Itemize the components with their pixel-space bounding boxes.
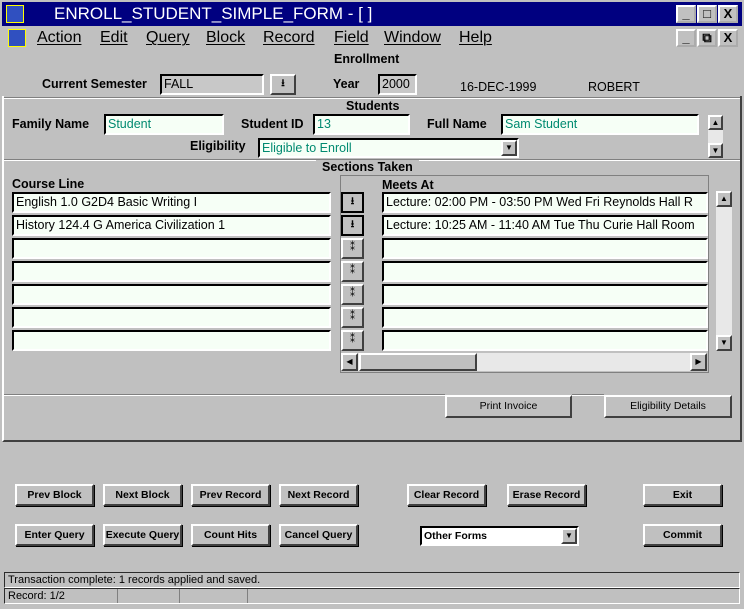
enter-query-button[interactable]: Enter Query (15, 524, 94, 546)
menu-window[interactable]: Window (384, 27, 441, 49)
status-cell (117, 589, 177, 603)
menu-query[interactable]: Query (146, 27, 190, 49)
year-label: Year (333, 77, 360, 91)
clear-record-button[interactable]: Clear Record (407, 484, 486, 506)
other-forms-value: Other Forms (424, 530, 488, 542)
execute-query-button[interactable]: Execute Query (103, 524, 182, 546)
dropdown-arrow-icon[interactable]: ▼ (561, 528, 577, 544)
semester-label: Current Semester (42, 77, 147, 91)
menu-action[interactable]: Action (37, 27, 81, 49)
semester-field[interactable]: FALL (160, 74, 264, 95)
doc-minimize-button[interactable]: _ (676, 29, 696, 47)
menu-field[interactable]: Field (334, 27, 369, 49)
prev-block-button[interactable]: Prev Block (15, 484, 94, 506)
current-date: 16-DEC-1999 (460, 80, 537, 94)
next-block-button[interactable]: Next Block (103, 484, 182, 506)
doc-restore-button[interactable]: ⧉ (697, 29, 717, 47)
commit-button[interactable]: Commit (643, 524, 722, 546)
current-user: ROBERT (588, 80, 640, 94)
app-icon (6, 5, 24, 23)
menu-bar: Action Edit Query Block Record Field Win… (2, 27, 742, 49)
menu-block[interactable]: Block (206, 27, 245, 49)
cancel-query-button[interactable]: Cancel Query (279, 524, 358, 546)
record-indicator: Record: 1/2 (8, 590, 65, 602)
maximize-button[interactable]: □ (697, 5, 717, 23)
menu-edit[interactable]: Edit (100, 27, 128, 49)
semester-lov-button[interactable]: ⭳ (270, 74, 296, 95)
window-title: ENROLL_STUDENT_SIMPLE_FORM - [ ] (54, 4, 373, 23)
year-field[interactable]: 2000 (378, 74, 417, 95)
status-message: Transaction complete: 1 records applied … (4, 572, 740, 588)
exit-button[interactable]: Exit (643, 484, 722, 506)
status-cell (247, 589, 737, 603)
menu-record[interactable]: Record (263, 27, 315, 49)
menu-help[interactable]: Help (459, 27, 492, 49)
title-bar: ENROLL_STUDENT_SIMPLE_FORM - [ ] _ □ X (2, 2, 742, 26)
prev-record-button[interactable]: Prev Record (191, 484, 270, 506)
count-hits-button[interactable]: Count Hits (191, 524, 270, 546)
enrollment-heading: Enrollment (334, 52, 400, 66)
doc-icon (8, 29, 26, 47)
minimize-button[interactable]: _ (676, 5, 696, 23)
form-frame (2, 96, 742, 442)
close-button[interactable]: X (718, 5, 738, 23)
status-bar: Record: 1/2 (4, 588, 740, 604)
other-forms-select[interactable]: Other Forms ▼ (420, 526, 579, 546)
erase-record-button[interactable]: Erase Record (507, 484, 586, 506)
status-cell (179, 589, 245, 603)
doc-close-button[interactable]: X (718, 29, 738, 47)
next-record-button[interactable]: Next Record (279, 484, 358, 506)
